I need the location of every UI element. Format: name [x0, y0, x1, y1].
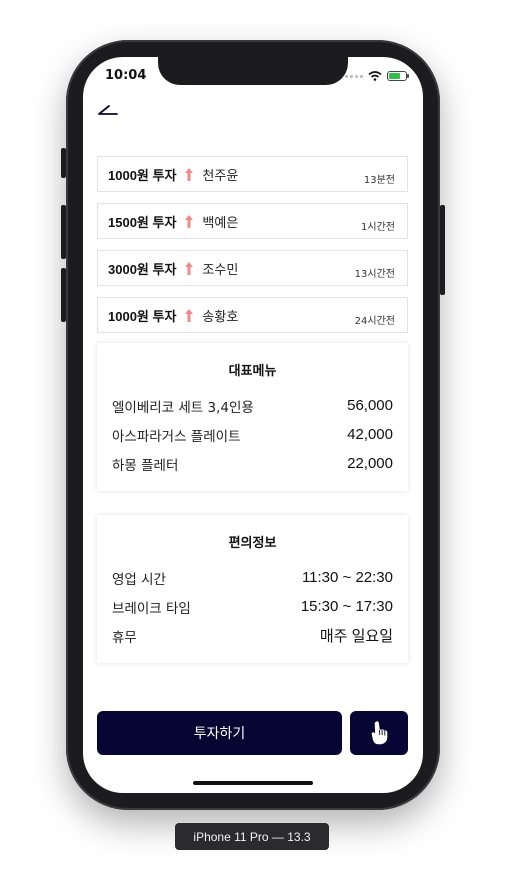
investor-list: 1000원 투자 천주윤 13분전 1500원 투자 백예은 1시간전 3000… [97, 156, 408, 344]
info-label: 휴무 [112, 629, 137, 646]
investment-amount: 1000원 투자 [108, 308, 177, 324]
arrow-up-icon [184, 167, 194, 182]
menu-item-name: 아스파라거스 플레이트 [112, 428, 241, 445]
info-card: 편의정보 영업 시간 11:30 ~ 22:30 브레이크 타임 15:30 ~… [97, 515, 408, 663]
power-button [440, 205, 445, 295]
menu-item: 엘이베리코 세트 3,4인용 56,000 [97, 391, 408, 420]
arrow-up-icon [184, 214, 194, 229]
battery-icon [387, 71, 409, 81]
info-row: 영업 시간 11:30 ~ 22:30 [97, 563, 408, 592]
volume-down-button [61, 268, 66, 322]
info-value: 15:30 ~ 17:30 [300, 598, 393, 615]
device-label: iPhone 11 Pro — 13.3 [175, 823, 329, 850]
screen: 10:04 1000원 투자 천주윤 13분전 1500원 투자 백예은 1시간… [83, 57, 423, 793]
menu-item: 하몽 플레터 22,000 [97, 449, 408, 478]
info-label: 영업 시간 [112, 571, 166, 588]
investment-time: 24시간전 [354, 316, 395, 327]
volume-up-button [61, 205, 66, 259]
menu-item-name: 엘이베리코 세트 3,4인용 [112, 399, 254, 416]
info-value: 매주 일요일 [319, 628, 393, 645]
info-row: 브레이크 타임 15:30 ~ 17:30 [97, 592, 408, 621]
silent-switch [61, 148, 66, 178]
investment-time: 1시간전 [361, 222, 395, 233]
investment-time: 13시간전 [354, 269, 395, 280]
scrolled-section-header [107, 129, 187, 133]
arrow-up-icon [184, 261, 194, 276]
menu-title: 대표메뉴 [228, 364, 277, 379]
investor-row: 3000원 투자 조수민 13시간전 [97, 250, 408, 286]
notch [158, 57, 348, 85]
wifi-icon [368, 71, 382, 81]
menu-item-price: 42,000 [347, 426, 393, 443]
bottom-action-bar: 투자하기 [97, 711, 408, 755]
info-label: 브레이크 타임 [112, 600, 191, 617]
menu-item: 아스파라거스 플레이트 42,000 [97, 420, 408, 449]
hand-button[interactable] [350, 711, 408, 755]
info-title: 편의정보 [228, 536, 277, 551]
investor-name: 천주윤 [202, 168, 239, 184]
menu-card: 대표메뉴 엘이베리코 세트 3,4인용 56,000 아스파라거스 플레이트 4… [97, 343, 408, 491]
investment-amount: 1500원 투자 [108, 214, 177, 230]
status-time: 10:04 [105, 68, 147, 83]
back-arrow-icon[interactable] [95, 103, 119, 121]
investor-row: 1000원 투자 송황호 24시간전 [97, 297, 408, 333]
investor-name: 송황호 [202, 309, 239, 325]
investor-row: 1000원 투자 천주윤 13분전 [97, 156, 408, 192]
investment-time: 13분전 [363, 175, 395, 186]
signal-icon [345, 74, 363, 78]
home-indicator [193, 781, 313, 785]
info-row: 휴무 매주 일요일 [97, 621, 408, 650]
investor-name: 조수민 [202, 262, 239, 278]
menu-item-price: 22,000 [347, 455, 393, 472]
menu-item-price: 56,000 [347, 397, 393, 414]
info-value: 11:30 ~ 22:30 [301, 569, 393, 586]
menu-item-name: 하몽 플레터 [112, 457, 179, 474]
investment-amount: 3000원 투자 [108, 261, 177, 277]
investor-row: 1500원 투자 백예은 1시간전 [97, 203, 408, 239]
investment-amount: 1000원 투자 [108, 167, 177, 183]
investor-name: 백예은 [202, 215, 239, 231]
pointing-hand-icon [371, 721, 388, 745]
arrow-up-icon [184, 308, 194, 323]
status-icons [345, 71, 409, 81]
invest-button[interactable]: 투자하기 [97, 711, 342, 755]
